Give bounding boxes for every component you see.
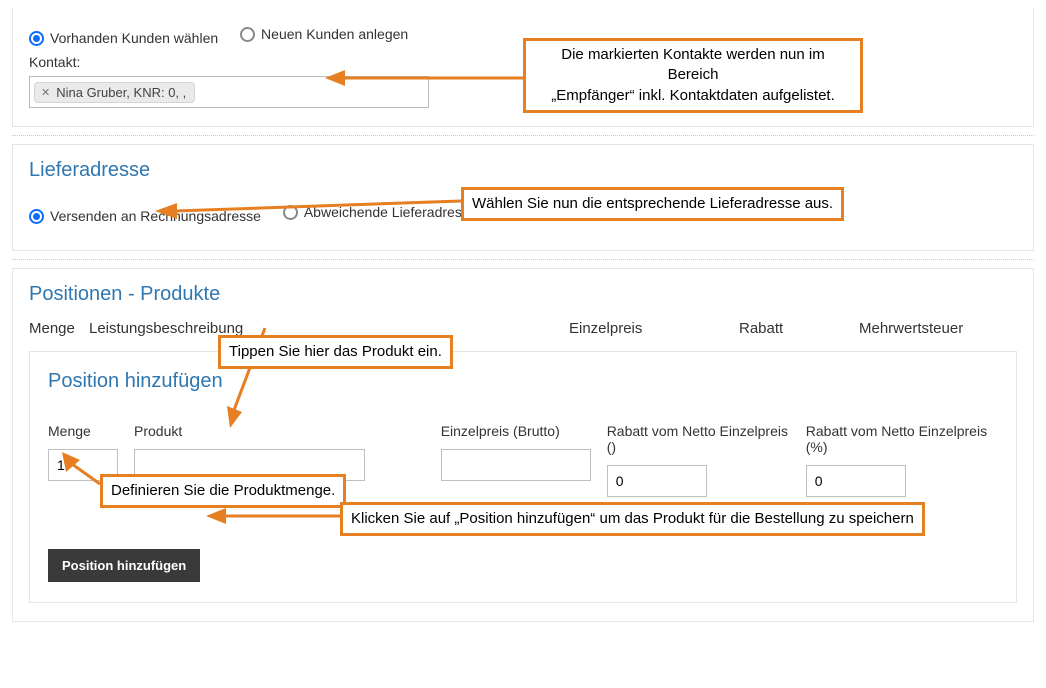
annotation-submit-hint: Klicken Sie auf „Position hinzufügen“ um… [340, 502, 925, 536]
add-position-title: Position hinzufügen [48, 370, 998, 393]
col-discount: Rabatt [739, 320, 859, 337]
positions-title: Positionen - Produkte [29, 283, 1017, 306]
radio-existing-label: Vorhanden Kunden wählen [50, 30, 218, 46]
contact-tag-input[interactable]: ✕ Nina Gruber, KNR: 0, , [29, 76, 429, 108]
unitprice-field-wrapper: Einzelpreis (Brutto) [441, 423, 591, 481]
qty-label: Menge [48, 423, 118, 439]
contact-chip[interactable]: ✕ Nina Gruber, KNR: 0, , [34, 82, 195, 103]
radio-checked-icon [29, 31, 44, 46]
col-vat: Mehrwertsteuer [859, 320, 963, 337]
radio-new-label: Neuen Kunden anlegen [261, 26, 408, 42]
radio-billing-address[interactable]: Versenden an Rechnungsadresse [29, 208, 261, 224]
radio-billing-label: Versenden an Rechnungsadresse [50, 208, 261, 224]
discount-pct-label: Rabatt vom Netto Einzelpreis (%) [806, 423, 998, 455]
annotation-product-hint: Tippen Sie hier das Produkt ein. [218, 335, 453, 369]
separator [12, 259, 1034, 260]
discount-abs-label: Rabatt vom Netto Einzelpreis () [607, 423, 790, 455]
positions-col-headers: Menge Leistungsbeschreibung Einzelpreis … [29, 320, 1017, 337]
col-qty: Menge [29, 320, 89, 337]
unitprice-label: Einzelpreis (Brutto) [441, 423, 591, 439]
discount-abs-input[interactable] [607, 465, 707, 497]
annotation-contacts: Die markierten Kontakte werden nun im Be… [523, 38, 863, 113]
discount-abs-field-wrapper: Rabatt vom Netto Einzelpreis () [607, 423, 790, 497]
col-unit: Einzelpreis [569, 320, 739, 337]
positions-panel: Positionen - Produkte Menge Leistungsbes… [12, 268, 1034, 622]
radio-other-address[interactable]: Abweichende Lieferadresse [283, 204, 477, 220]
unitprice-input[interactable] [441, 449, 591, 481]
radio-unchecked-icon [240, 27, 255, 42]
annotation-delivery: Wählen Sie nun die entsprechende Liefera… [461, 187, 844, 221]
chip-remove-icon[interactable]: ✕ [41, 86, 50, 99]
discount-pct-input[interactable] [806, 465, 906, 497]
radio-new-customer[interactable]: Neuen Kunden anlegen [240, 26, 408, 42]
delivery-panel: Lieferadresse Versenden an Rechnungsadre… [12, 144, 1034, 251]
radio-other-label: Abweichende Lieferadresse [304, 204, 477, 220]
separator [12, 135, 1034, 136]
add-position-button[interactable]: Position hinzufügen [48, 549, 200, 582]
recipient-panel: Vorhanden Kunden wählen Neuen Kunden anl… [12, 8, 1034, 127]
product-field-wrapper: Produkt [134, 423, 365, 481]
product-label: Produkt [134, 423, 365, 439]
discount-pct-field-wrapper: Rabatt vom Netto Einzelpreis (%) [806, 423, 998, 497]
add-position-subpanel: Position hinzufügen Menge Produkt Einzel… [29, 351, 1017, 603]
qty-field-wrapper: Menge [48, 423, 118, 481]
contact-chip-label: Nina Gruber, KNR: 0, , [56, 85, 186, 100]
delivery-title: Lieferadresse [29, 159, 1017, 182]
radio-unchecked-icon [283, 205, 298, 220]
radio-existing-customer[interactable]: Vorhanden Kunden wählen [29, 30, 218, 46]
annotation-qty-hint: Definieren Sie die Produktmenge. [100, 474, 346, 508]
radio-checked-icon [29, 209, 44, 224]
